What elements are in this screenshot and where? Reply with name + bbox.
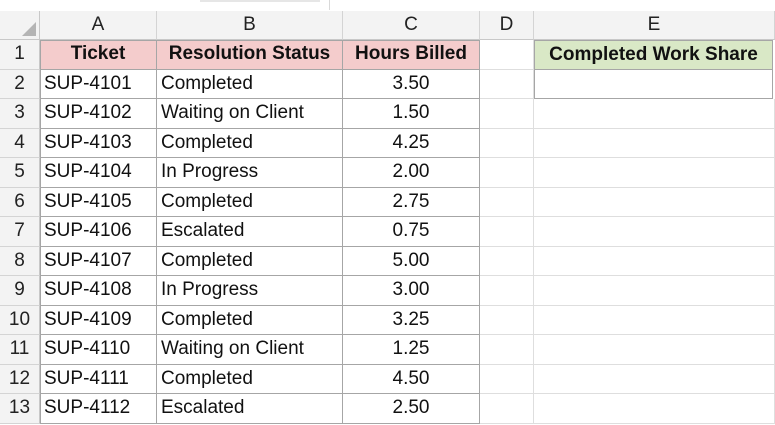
hours-cell[interactable]: 3.50 bbox=[343, 69, 480, 99]
row-header-1[interactable]: 1 bbox=[0, 40, 40, 70]
grid-cell[interactable] bbox=[534, 305, 775, 335]
toolbar-edge bbox=[200, 0, 320, 2]
row-header-10[interactable]: 10 bbox=[0, 305, 40, 335]
grid-cell[interactable] bbox=[534, 276, 775, 306]
ticket-cell[interactable]: SUP-4106 bbox=[40, 217, 157, 247]
column-header-a[interactable]: A bbox=[40, 11, 157, 40]
header-hours-billed[interactable]: Hours Billed bbox=[343, 40, 480, 70]
status-cell[interactable]: Completed bbox=[157, 364, 343, 394]
ticket-cell[interactable]: SUP-4110 bbox=[40, 335, 157, 365]
ticket-cell[interactable]: SUP-4103 bbox=[40, 128, 157, 158]
toolbar-divider bbox=[329, 0, 330, 10]
grid-cell[interactable] bbox=[480, 187, 534, 217]
grid-cell[interactable] bbox=[534, 99, 775, 129]
ticket-cell[interactable]: SUP-4107 bbox=[40, 246, 157, 276]
ticket-cell[interactable]: SUP-4101 bbox=[40, 69, 157, 99]
row-header-2[interactable]: 2 bbox=[0, 69, 40, 99]
header-ticket[interactable]: Ticket bbox=[40, 40, 157, 70]
status-cell[interactable]: Escalated bbox=[157, 394, 343, 424]
grid-cell[interactable] bbox=[480, 217, 534, 247]
row-header-3[interactable]: 3 bbox=[0, 99, 40, 129]
status-cell[interactable]: Waiting on Client bbox=[157, 335, 343, 365]
ticket-cell[interactable]: SUP-4102 bbox=[40, 99, 157, 129]
row-header-4[interactable]: 4 bbox=[0, 128, 40, 158]
grid-cell[interactable] bbox=[480, 99, 534, 129]
hours-cell[interactable]: 1.25 bbox=[343, 335, 480, 365]
grid-cell[interactable] bbox=[480, 276, 534, 306]
row-header-8[interactable]: 8 bbox=[0, 246, 40, 276]
row-header-13[interactable]: 13 bbox=[0, 394, 40, 424]
row-header-5[interactable]: 5 bbox=[0, 158, 40, 188]
grid-cell[interactable] bbox=[480, 128, 534, 158]
status-cell[interactable]: Completed bbox=[157, 246, 343, 276]
grid-cell[interactable] bbox=[480, 364, 534, 394]
column-header-c[interactable]: C bbox=[343, 11, 480, 40]
hours-cell[interactable]: 5.00 bbox=[343, 246, 480, 276]
grid-cell[interactable] bbox=[480, 246, 534, 276]
hours-cell[interactable]: 4.25 bbox=[343, 128, 480, 158]
select-all-icon bbox=[22, 22, 36, 36]
select-all-corner[interactable] bbox=[0, 11, 40, 40]
row-header-7[interactable]: 7 bbox=[0, 217, 40, 247]
ticket-cell[interactable]: SUP-4105 bbox=[40, 187, 157, 217]
grid-cell[interactable] bbox=[534, 246, 775, 276]
row-header-11[interactable]: 11 bbox=[0, 335, 40, 365]
row-header-12[interactable]: 12 bbox=[0, 364, 40, 394]
row-header-6[interactable]: 6 bbox=[0, 187, 40, 217]
column-header-d[interactable]: D bbox=[480, 11, 534, 40]
grid-cell[interactable] bbox=[534, 335, 775, 365]
toolbar-strip bbox=[0, 0, 775, 11]
hours-cell[interactable]: 3.00 bbox=[343, 276, 480, 306]
status-cell[interactable]: Waiting on Client bbox=[157, 99, 343, 129]
status-cell[interactable]: Completed bbox=[157, 187, 343, 217]
grid-cell[interactable] bbox=[480, 394, 534, 424]
status-cell[interactable]: Completed bbox=[157, 128, 343, 158]
hours-cell[interactable]: 1.50 bbox=[343, 99, 480, 129]
hours-cell[interactable]: 4.50 bbox=[343, 364, 480, 394]
grid-cell[interactable] bbox=[534, 158, 775, 188]
grid-cell[interactable] bbox=[480, 335, 534, 365]
status-cell[interactable]: In Progress bbox=[157, 276, 343, 306]
hours-cell[interactable]: 2.00 bbox=[343, 158, 480, 188]
hours-cell[interactable]: 2.50 bbox=[343, 394, 480, 424]
status-cell[interactable]: Completed bbox=[157, 69, 343, 99]
ticket-cell[interactable]: SUP-4109 bbox=[40, 305, 157, 335]
hours-cell[interactable]: 3.25 bbox=[343, 305, 480, 335]
summary-label-cell[interactable]: Completed Work Share bbox=[534, 40, 773, 70]
grid-cell[interactable] bbox=[534, 394, 775, 424]
summary-value-cell[interactable] bbox=[534, 69, 773, 99]
status-cell[interactable]: Escalated bbox=[157, 217, 343, 247]
row-header-9[interactable]: 9 bbox=[0, 276, 40, 306]
column-header-e[interactable]: E bbox=[534, 11, 775, 40]
grid-cell[interactable] bbox=[480, 40, 534, 70]
grid-cell[interactable] bbox=[480, 305, 534, 335]
grid-cell[interactable] bbox=[534, 187, 775, 217]
grid-cell[interactable] bbox=[480, 69, 534, 99]
grid-cell[interactable] bbox=[534, 128, 775, 158]
status-cell[interactable]: Completed bbox=[157, 305, 343, 335]
grid-cell[interactable] bbox=[534, 364, 775, 394]
status-cell[interactable]: In Progress bbox=[157, 158, 343, 188]
header-resolution-status[interactable]: Resolution Status bbox=[157, 40, 343, 70]
grid-cell[interactable] bbox=[480, 158, 534, 188]
grid-cell[interactable] bbox=[534, 217, 775, 247]
column-header-b[interactable]: B bbox=[157, 11, 343, 40]
ticket-cell[interactable]: SUP-4108 bbox=[40, 276, 157, 306]
ticket-cell[interactable]: SUP-4104 bbox=[40, 158, 157, 188]
ticket-cell[interactable]: SUP-4111 bbox=[40, 364, 157, 394]
hours-cell[interactable]: 0.75 bbox=[343, 217, 480, 247]
hours-cell[interactable]: 2.75 bbox=[343, 187, 480, 217]
ticket-cell[interactable]: SUP-4112 bbox=[40, 394, 157, 424]
